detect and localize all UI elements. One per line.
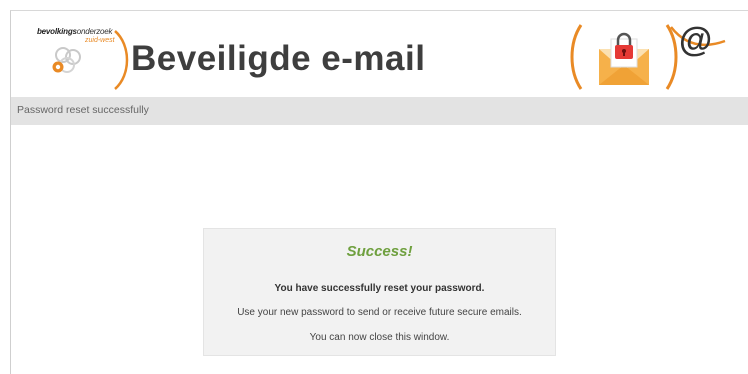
success-panel: Success! You have successfully reset you… xyxy=(203,228,556,356)
close-window-message: You can now close this window. xyxy=(309,332,450,343)
logo-text: bevolkingsonderzoek xyxy=(37,27,113,36)
logo-circles-icon xyxy=(52,47,81,73)
header: bevolkingsonderzoek zuid-west Beveiligde… xyxy=(11,11,748,97)
status-message: Password reset successfully xyxy=(17,104,149,116)
bracket-icon xyxy=(114,30,129,90)
success-message: You have successfully reset your passwor… xyxy=(274,283,485,294)
instruction-message: Use your new password to send or receive… xyxy=(237,307,522,318)
at-sign-icon: @ xyxy=(679,21,713,59)
success-heading: Success! xyxy=(346,243,413,260)
mail-graphic: @ xyxy=(567,19,747,95)
browser-content: bevolkingsonderzoek zuid-west Beveiligde… xyxy=(10,10,748,374)
page-title: Beveiligde e-mail xyxy=(131,39,426,78)
logo-brand-light: onderzoek xyxy=(76,27,113,36)
brand-logo: bevolkingsonderzoek zuid-west xyxy=(37,27,137,91)
logo-brand-bold: bevolkings xyxy=(37,27,77,36)
status-bar: Password reset successfully xyxy=(11,97,748,125)
